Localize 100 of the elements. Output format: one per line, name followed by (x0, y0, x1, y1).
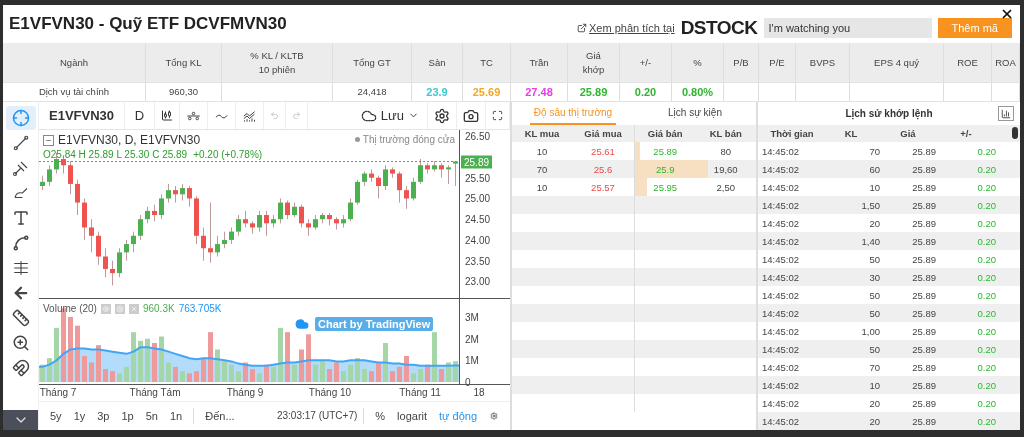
volume-bar (439, 369, 444, 382)
table-cell-text: 25.89 (911, 216, 936, 231)
table-cell-text: 14:45:02 (762, 162, 800, 177)
candle (418, 158, 423, 185)
range-button[interactable]: 5n (140, 409, 163, 422)
table-cell-text: 1,50 (860, 198, 880, 213)
volume-bar (446, 362, 451, 382)
time-axis-label: Tháng Tám (129, 387, 181, 398)
candle (75, 179, 80, 216)
table-cell: 960,30 (146, 83, 222, 101)
collapse-legend-icon[interactable] (43, 134, 54, 146)
range-button[interactable]: 3p (92, 409, 115, 422)
price-axis-label: 25.00 (465, 192, 491, 204)
range-button[interactable]: 1p (116, 409, 139, 422)
candle (334, 216, 339, 230)
collapse-button[interactable] (3, 410, 38, 430)
analysis-link[interactable]: Xem phân tích tại (589, 22, 675, 34)
range-button[interactable]: 5y (45, 409, 67, 422)
go-to-date-button[interactable]: Đến... (200, 409, 240, 422)
table-cell-text: 25.89 (911, 180, 936, 195)
table-cell-text: 14:45:02 (762, 324, 800, 339)
candle (453, 161, 458, 187)
candle (341, 214, 346, 228)
volume-bar (194, 371, 199, 382)
symbol-button[interactable]: E1VFVN30 (39, 102, 126, 129)
table-cell-text: 25.89 (911, 144, 936, 159)
volume-axis-label: 2M (465, 333, 479, 345)
column-header: Giá bán (646, 127, 684, 141)
candle (215, 235, 220, 257)
column-header: +/- (959, 127, 973, 141)
range-button[interactable]: 1n (165, 409, 188, 422)
candle (40, 175, 45, 191)
candle (390, 166, 395, 179)
candle (47, 164, 52, 187)
table-cell-text: 0.20 (976, 396, 996, 411)
candle (313, 214, 318, 230)
candle (173, 185, 178, 203)
ohlc-values: O25.84 H 25.89 L 25.30 C 25.89 (43, 149, 188, 160)
column-header: Giá mua (583, 127, 623, 141)
volume-axis-label: 3M (465, 311, 479, 323)
scrollbar[interactable] (1012, 127, 1018, 139)
column-header: Giá khớp (568, 43, 620, 82)
table-cell-text: 25.89 (911, 324, 936, 339)
volume-bar (369, 371, 374, 382)
external-link-icon[interactable] (577, 23, 588, 33)
volume-bar (96, 345, 101, 382)
candle (180, 183, 185, 201)
table-cell-text: 70 (535, 162, 549, 177)
interval-button[interactable]: D (125, 102, 156, 129)
volume-bar (327, 369, 332, 382)
volume-bar (117, 373, 122, 382)
candle (425, 162, 430, 174)
table-cell-text: 0.20 (976, 306, 996, 321)
candle (103, 247, 108, 278)
volume-bar (201, 358, 206, 382)
column-header: TC (463, 43, 511, 82)
table-cell-text: 25.6 (592, 162, 614, 177)
volume-bar (138, 340, 143, 382)
table-cell-text: 2,50 (715, 180, 736, 195)
candle (124, 239, 129, 262)
tab[interactable]: Lịch sự kiện (652, 102, 738, 125)
volume-bar (397, 366, 402, 382)
candle (271, 214, 276, 228)
crosshair-icon[interactable] (5, 106, 36, 130)
market-status: Thị trường đóng cửa (362, 134, 455, 145)
table-cell-text: 25.89 (652, 144, 679, 159)
table-cell-text: 0.20 (976, 360, 996, 375)
volume-bar (131, 332, 136, 382)
candle (159, 193, 164, 220)
volume-bar (292, 364, 297, 382)
window-title: E1VFVN30 - Quỹ ETF DCVFMVN30 (9, 14, 288, 34)
candle (236, 214, 241, 237)
column-header: Ngành (3, 43, 146, 82)
table-cell-text: 0.20 (976, 144, 996, 159)
volume-bar (229, 364, 234, 382)
table-cell-text: 14:45:02 (762, 144, 800, 159)
volume-legend: Volume (20) (43, 303, 97, 314)
symbol-field[interactable]: I'm watching you (763, 18, 932, 38)
volume-bar (103, 369, 108, 382)
column-header: P/E (759, 43, 796, 82)
volume-bar (54, 327, 59, 382)
table-cell-text: 20 (868, 396, 880, 411)
table-cell-text: 10 (535, 180, 549, 195)
scale-option[interactable]: % (370, 409, 391, 422)
table-cell-text: 25.89 (911, 360, 936, 375)
table-cell-text: 14:45:02 (762, 270, 800, 285)
scale-option[interactable]: logarit (392, 409, 433, 422)
table-cell-text: 10 (868, 180, 880, 195)
candle (222, 231, 227, 249)
table-cell: 25.89 (579, 85, 608, 99)
table-cell-text: 0.20 (976, 216, 996, 231)
range-button[interactable]: 1y (68, 409, 91, 422)
table-cell-text: 19,60 (712, 162, 739, 177)
save-button[interactable]: Lưu (352, 102, 428, 129)
panel-title: Lịch sử khớp lệnh (845, 108, 933, 119)
table-cell-text: 80 (719, 144, 733, 159)
close-button[interactable] (1000, 7, 1014, 21)
bar-chart-icon[interactable] (998, 106, 1014, 121)
price-axis-label: 26.50 (465, 130, 491, 142)
table-cell-text: 25.89 (911, 270, 936, 285)
